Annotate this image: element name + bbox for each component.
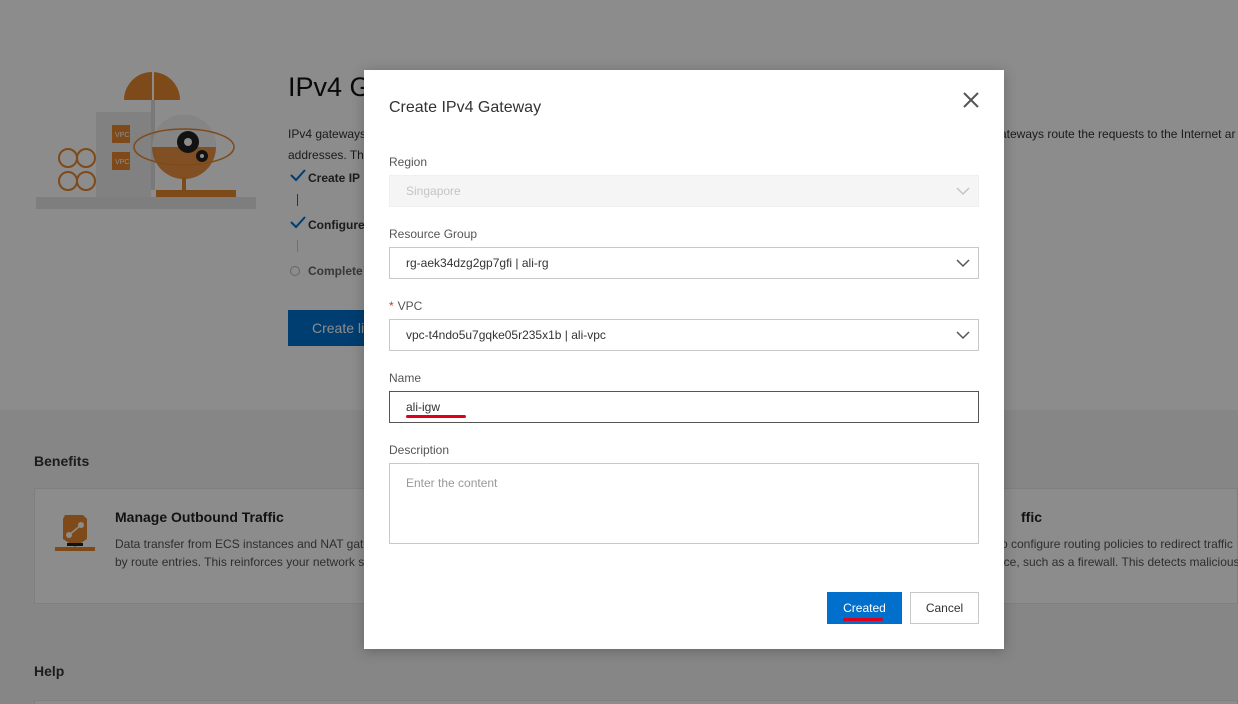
close-icon[interactable] bbox=[960, 89, 982, 111]
resource-group-select[interactable]: rg-aek34dzg2gp7gfi | ali-rg bbox=[389, 247, 979, 279]
red-annotation-underline bbox=[406, 415, 466, 418]
vpc-value: vpc-t4ndo5u7gqke05r235x1b | ali-vpc bbox=[406, 328, 606, 342]
cancel-button[interactable]: Cancel bbox=[910, 592, 979, 624]
description-textarea[interactable]: Enter the content bbox=[389, 463, 979, 544]
chevron-down-icon bbox=[956, 259, 970, 268]
red-annotation-underline bbox=[843, 618, 883, 621]
create-ipv4-gateway-dialog: Create IPv4 Gateway Region Singapore Res… bbox=[364, 70, 1004, 649]
name-label: Name bbox=[389, 371, 422, 385]
vpc-select[interactable]: vpc-t4ndo5u7gqke05r235x1b | ali-vpc bbox=[389, 319, 979, 351]
required-mark: * bbox=[389, 299, 394, 313]
chevron-down-icon bbox=[956, 331, 970, 340]
chevron-down-icon bbox=[956, 187, 970, 196]
dialog-title: Create IPv4 Gateway bbox=[389, 99, 542, 116]
vpc-label-text: VPC bbox=[397, 299, 423, 313]
region-select: Singapore bbox=[389, 175, 979, 207]
region-label: Region bbox=[389, 155, 428, 169]
name-input[interactable]: ali-igw bbox=[389, 391, 979, 423]
resource-group-value: rg-aek34dzg2gp7gfi | ali-rg bbox=[406, 256, 549, 270]
resource-group-label: Resource Group bbox=[389, 227, 478, 241]
name-value: ali-igw bbox=[406, 400, 441, 414]
vpc-label: * VPC bbox=[389, 299, 422, 313]
region-value: Singapore bbox=[406, 184, 461, 198]
description-label: Description bbox=[389, 443, 450, 457]
